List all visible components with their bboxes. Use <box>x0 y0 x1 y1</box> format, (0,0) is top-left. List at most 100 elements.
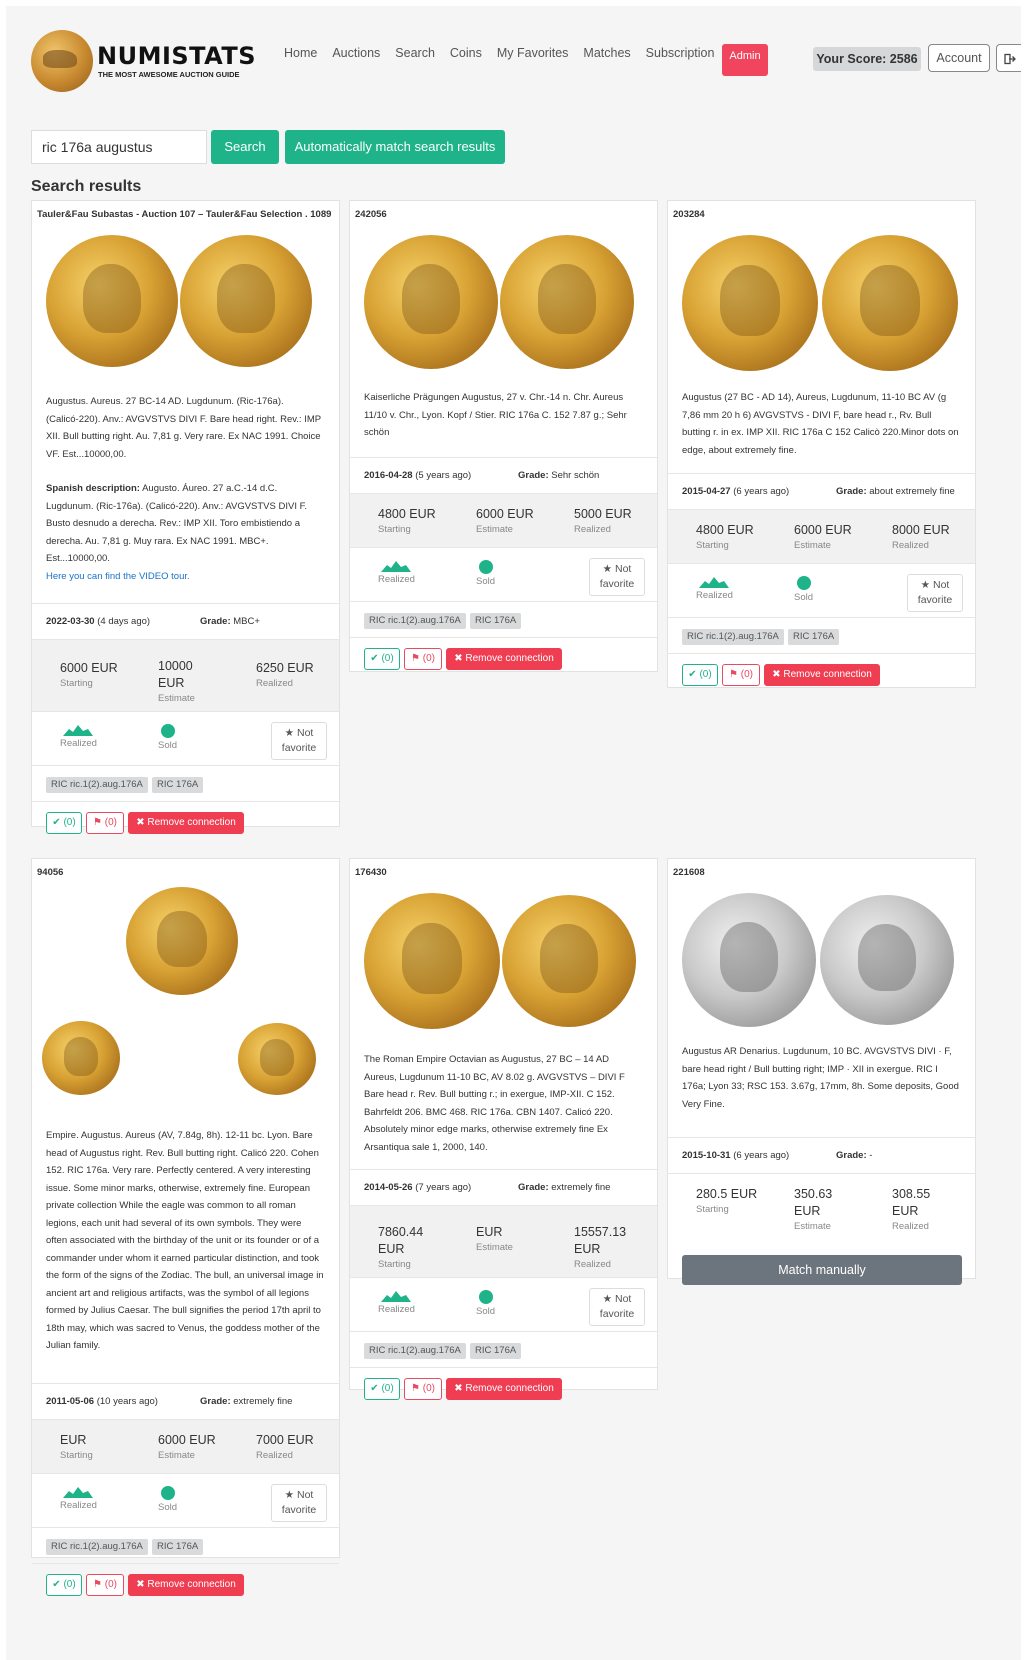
video-tour-link[interactable]: Here you can find the VIDEO tour. <box>46 568 325 586</box>
ric-tag[interactable]: RIC ric.1(2).aug.176A <box>46 1539 148 1555</box>
flag-button[interactable]: ⚑ (0) <box>404 648 442 670</box>
main-nav: Home Auctions Search Coins My Favorites … <box>284 46 729 60</box>
star-icon: ★ <box>284 1489 295 1501</box>
coin-reverse-image <box>238 1023 316 1095</box>
nav-my-favorites[interactable]: My Favorites <box>497 46 569 60</box>
card-actions: ✔ (0) ⚑ (0) ✖ Remove connection <box>350 1367 657 1407</box>
coin-images[interactable] <box>668 225 975 389</box>
coin-images[interactable] <box>32 225 339 393</box>
flag-button[interactable]: ⚑ (0) <box>722 664 760 686</box>
price-realized: 7000 EUR Realized <box>256 1433 314 1461</box>
account-button[interactable]: Account <box>928 44 990 72</box>
logout-button[interactable] <box>996 44 1021 72</box>
favorite-button[interactable]: ★ Not favorite <box>271 722 327 760</box>
remove-connection-button[interactable]: ✖ Remove connection <box>764 664 880 686</box>
favorite-button[interactable]: ★ Not favorite <box>589 1288 645 1326</box>
confirm-button[interactable]: ✔ (0) <box>46 812 82 834</box>
page: NUMISTATS THE MOST AWESOME AUCTION GUIDE… <box>6 6 1021 1660</box>
card-tags: RIC ric.1(2).aug.176A RIC 176A <box>32 765 339 801</box>
card-stats: Realized Sold ★ Not favorite <box>668 563 975 617</box>
remove-connection-button[interactable]: ✖ Remove connection <box>128 812 244 834</box>
ric-tag[interactable]: RIC 176A <box>470 613 522 629</box>
coin-images[interactable] <box>668 883 975 1043</box>
coin-obverse-image <box>364 893 500 1029</box>
price-realized: 15557.13 EUR Realized <box>574 1225 627 1270</box>
result-card: 221608 Augustus AR Denarius. Lugdunum, 1… <box>667 858 976 1285</box>
remove-connection-button[interactable]: ✖ Remove connection <box>446 1378 562 1400</box>
card-title[interactable]: 221608 <box>668 859 975 883</box>
ric-tag[interactable]: RIC 176A <box>152 1539 204 1555</box>
grade: Grade: - <box>836 1150 873 1161</box>
score-badge: Your Score: 2586 <box>813 47 921 71</box>
auction-date: 2011-05-06 (10 years ago) <box>46 1396 158 1407</box>
search-input[interactable] <box>31 130 207 164</box>
ric-tag[interactable]: RIC 176A <box>470 1343 522 1359</box>
remove-connection-button[interactable]: ✖ Remove connection <box>128 1574 244 1596</box>
card-meta: 2014-05-26 (7 years ago) Grade: extremel… <box>350 1169 657 1205</box>
coin-obverse-image <box>682 893 816 1027</box>
card-prices: 7860.44 EUR Starting EUR Estimate 15557.13… <box>350 1205 657 1277</box>
card-meta: 2016-04-28 (5 years ago) Grade: Sehr sch… <box>350 457 657 493</box>
auto-match-button[interactable]: Automatically match search results <box>285 130 505 164</box>
realized-stat[interactable]: Realized <box>696 576 733 601</box>
card-title[interactable]: 203284 <box>668 201 975 225</box>
spanish-text: Augusto. Áureo. 27 a.C.-14 d.C. Lugdunum… <box>46 483 308 564</box>
price-starting: 6000 EUR Starting <box>60 661 118 689</box>
sold-dot-icon <box>160 1486 175 1500</box>
favorite-button[interactable]: ★ Not favorite <box>271 1484 327 1522</box>
flag-button[interactable]: ⚑ (0) <box>404 1378 442 1400</box>
confirm-button[interactable]: ✔ (0) <box>364 1378 400 1400</box>
price-realized: 8000 EUR Realized <box>892 523 950 551</box>
logo[interactable]: NUMISTATS THE MOST AWESOME AUCTION GUIDE <box>31 30 261 92</box>
ric-tag[interactable]: RIC ric.1(2).aug.176A <box>682 629 784 645</box>
card-title[interactable]: 176430 <box>350 859 657 883</box>
card-meta: 2011-05-06 (10 years ago) Grade: extreme… <box>32 1383 339 1419</box>
price-realized: 308.55 EUR Realized <box>892 1187 931 1232</box>
confirm-button[interactable]: ✔ (0) <box>682 664 718 686</box>
ric-tag[interactable]: RIC ric.1(2).aug.176A <box>46 777 148 793</box>
coin-reverse-image <box>500 235 634 369</box>
coin-images[interactable] <box>350 883 657 1051</box>
remove-connection-button[interactable]: ✖ Remove connection <box>446 648 562 670</box>
favorite-button[interactable]: ★ Not favorite <box>907 574 963 612</box>
close-icon: ✖ <box>454 653 463 664</box>
check-icon: ✔ <box>52 817 61 828</box>
card-tags: RIC ric.1(2).aug.176A RIC 176A <box>350 601 657 637</box>
nav-auctions[interactable]: Auctions <box>332 46 380 60</box>
favorite-button[interactable]: ★ Not favorite <box>589 558 645 596</box>
confirm-button[interactable]: ✔ (0) <box>364 648 400 670</box>
area-chart-icon <box>63 725 94 736</box>
brand-name: NUMISTATS <box>97 42 257 70</box>
coin-images[interactable] <box>350 225 657 389</box>
card-description: Augustus. Aureus. 27 BC-14 AD. Lugdunum.… <box>32 393 339 603</box>
star-icon: ★ <box>602 563 613 575</box>
card-prices: 4800 EUR Starting 6000 EUR Estimate 8000 E… <box>668 509 975 563</box>
nav-coins[interactable]: Coins <box>450 46 482 60</box>
card-prices: 4800 EUR Starting 6000 EUR Estimate 5000 E… <box>350 493 657 547</box>
realized-stat[interactable]: Realized <box>378 560 415 585</box>
match-manually-button[interactable]: Match manually <box>682 1255 962 1285</box>
flag-button[interactable]: ⚑ (0) <box>86 1574 124 1596</box>
nav-matches[interactable]: Matches <box>583 46 630 60</box>
price-estimate: EUR Estimate <box>476 1225 513 1253</box>
ric-tag[interactable]: RIC 176A <box>788 629 840 645</box>
flag-button[interactable]: ⚑ (0) <box>86 812 124 834</box>
nav-search[interactable]: Search <box>395 46 435 60</box>
confirm-button[interactable]: ✔ (0) <box>46 1574 82 1596</box>
card-title[interactable]: 94056 <box>32 859 339 883</box>
card-title[interactable]: 242056 <box>350 201 657 225</box>
ric-tag[interactable]: RIC 176A <box>152 777 204 793</box>
ric-tag[interactable]: RIC ric.1(2).aug.176A <box>364 1343 466 1359</box>
card-title[interactable]: Tauler&Fau Subastas - Auction 107 – Taul… <box>32 201 339 225</box>
flag-icon: ⚑ <box>93 1579 102 1590</box>
search-button[interactable]: Search <box>211 130 279 164</box>
nav-subscription[interactable]: Subscription <box>646 46 715 60</box>
nav-home[interactable]: Home <box>284 46 317 60</box>
realized-stat[interactable]: Realized <box>60 724 97 749</box>
coin-images[interactable] <box>32 883 339 1127</box>
admin-button[interactable]: Admin <box>722 44 768 76</box>
realized-stat[interactable]: Realized <box>378 1290 415 1315</box>
auction-date: 2015-04-27 (6 years ago) <box>682 486 790 497</box>
realized-stat[interactable]: Realized <box>60 1486 97 1511</box>
ric-tag[interactable]: RIC ric.1(2).aug.176A <box>364 613 466 629</box>
